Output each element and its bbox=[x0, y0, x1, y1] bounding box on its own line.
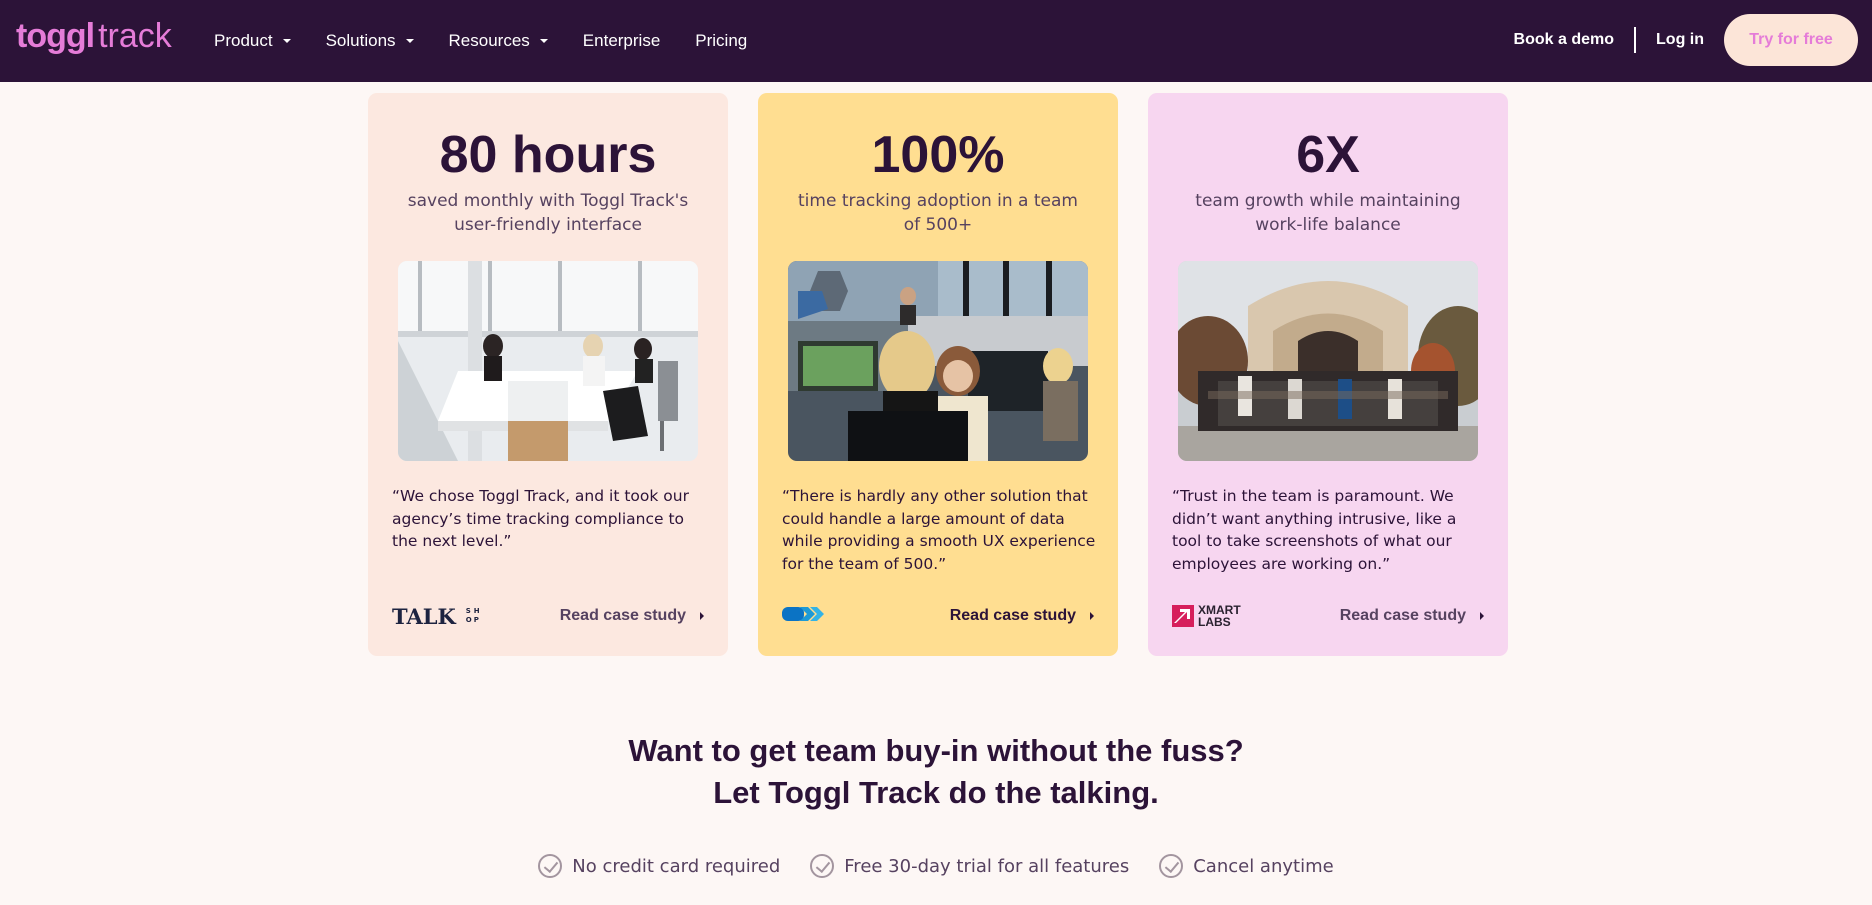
logo-letter: H bbox=[473, 607, 480, 615]
card-stat: 6X bbox=[1296, 126, 1360, 184]
xmart-labs-logo: XMART LABS bbox=[1172, 604, 1241, 628]
talkshop-logo-small: S H O P bbox=[466, 607, 482, 625]
chevron-down-icon bbox=[539, 39, 548, 43]
card-subtitle: saved monthly with Toggl Track's user-fr… bbox=[407, 191, 689, 235]
nav-pricing-label: Pricing bbox=[695, 31, 748, 50]
team-photo-image bbox=[788, 261, 1088, 461]
read-case-study-link[interactable]: Read case study bbox=[560, 607, 704, 625]
talkshop-logo: TALK S H O P bbox=[392, 604, 482, 629]
office-photo-image bbox=[398, 261, 698, 461]
check-circle-icon bbox=[810, 854, 835, 878]
cta-heading: Want to get team buy-in without the fuss… bbox=[0, 730, 1872, 814]
nav-links: Product Solutions Resources Enterprise P… bbox=[214, 0, 782, 82]
group-photo bbox=[1178, 261, 1478, 461]
toggl-track-logo[interactable]: toggl track bbox=[16, 16, 172, 56]
top-navbar: toggl track Product Solutions Resources … bbox=[0, 0, 1872, 82]
logo-letter: O bbox=[465, 616, 472, 624]
card-quote: “Trust in the team is paramount. We didn… bbox=[1172, 487, 1457, 573]
case-study-card-talkshop: 80 hours saved monthly with Toggl Track'… bbox=[368, 93, 728, 656]
card-footer: Read case study bbox=[782, 601, 1094, 631]
try-for-free-button[interactable]: Try for free bbox=[1724, 14, 1858, 66]
office-photo bbox=[398, 261, 698, 461]
perk-item: No credit card required bbox=[538, 854, 780, 878]
xmart-labs-text: XMART LABS bbox=[1198, 604, 1241, 628]
logo-letter: P bbox=[473, 616, 479, 624]
read-case-study-link[interactable]: Read case study bbox=[1340, 607, 1484, 625]
logo-letter: S bbox=[465, 607, 471, 615]
cta-line-2: Let Toggl Track do the talking. bbox=[713, 775, 1159, 810]
xmart-labs-mark-icon bbox=[1172, 605, 1194, 627]
chevrons-logo-icon bbox=[782, 607, 824, 621]
card-footer: XMART LABS Read case study bbox=[1172, 601, 1484, 631]
talkshop-logo-text: TALK bbox=[392, 603, 456, 629]
perk-item: Free 30-day trial for all features bbox=[810, 854, 1129, 878]
nav-divider bbox=[1634, 27, 1637, 53]
company-logo bbox=[782, 603, 830, 629]
nav-pricing[interactable]: Pricing bbox=[695, 31, 747, 51]
logo-word: LABS bbox=[1198, 615, 1231, 629]
card-stat: 80 hours bbox=[439, 126, 657, 184]
card-quote: “We chose Toggl Track, and it took our a… bbox=[392, 487, 689, 550]
nav-actions: Book a demo Log in Try for free bbox=[1514, 14, 1858, 66]
card-quote: “There is hardly any other solution that… bbox=[782, 487, 1096, 573]
case-study-card-team-of-500: 100% time tracking adoption in a team of… bbox=[758, 93, 1118, 656]
check-circle-icon bbox=[1159, 854, 1184, 878]
nav-enterprise[interactable]: Enterprise bbox=[583, 31, 660, 51]
check-circle-icon bbox=[538, 854, 563, 878]
perks-list: No credit card required Free 30-day tria… bbox=[0, 854, 1872, 878]
book-demo-link[interactable]: Book a demo bbox=[1514, 31, 1614, 49]
group-photo-image bbox=[1178, 261, 1478, 461]
cta-line-1: Want to get team buy-in without the fuss… bbox=[628, 733, 1244, 768]
login-link[interactable]: Log in bbox=[1656, 31, 1704, 49]
nav-resources[interactable]: Resources bbox=[449, 31, 548, 51]
read-case-study-label: Read case study bbox=[949, 607, 1076, 624]
logo-bold-text: toggl bbox=[16, 17, 95, 55]
nav-solutions-label: Solutions bbox=[325, 31, 396, 50]
perk-label: Cancel anytime bbox=[1193, 855, 1334, 877]
chevron-right-icon bbox=[700, 612, 704, 620]
read-case-study-link[interactable]: Read case study bbox=[950, 607, 1094, 625]
nav-resources-label: Resources bbox=[448, 31, 530, 50]
chevron-right-icon bbox=[1090, 612, 1094, 620]
logo-light-text: track bbox=[98, 17, 172, 55]
chevron-down-icon bbox=[282, 39, 291, 43]
nav-enterprise-label: Enterprise bbox=[582, 31, 661, 50]
nav-product[interactable]: Product bbox=[214, 31, 291, 51]
read-case-study-label: Read case study bbox=[1339, 607, 1466, 624]
team-photo bbox=[788, 261, 1088, 461]
perk-label: No credit card required bbox=[572, 855, 781, 877]
nav-solutions[interactable]: Solutions bbox=[326, 31, 414, 51]
chevron-right-icon bbox=[1480, 612, 1484, 620]
chevron-down-icon bbox=[405, 39, 414, 43]
read-case-study-label: Read case study bbox=[559, 607, 686, 624]
perk-item: Cancel anytime bbox=[1159, 854, 1334, 878]
card-footer: TALK S H O P Read case study bbox=[392, 601, 704, 631]
card-subtitle: time tracking adoption in a team of 500+ bbox=[798, 191, 1078, 235]
perk-label: Free 30-day trial for all features bbox=[844, 855, 1130, 877]
case-study-card-xmart-labs: 6X team growth while maintaining work-li… bbox=[1148, 93, 1508, 656]
card-stat: 100% bbox=[871, 126, 1005, 184]
card-subtitle: team growth while maintaining work-life … bbox=[1195, 191, 1461, 235]
nav-product-label: Product bbox=[214, 31, 273, 50]
